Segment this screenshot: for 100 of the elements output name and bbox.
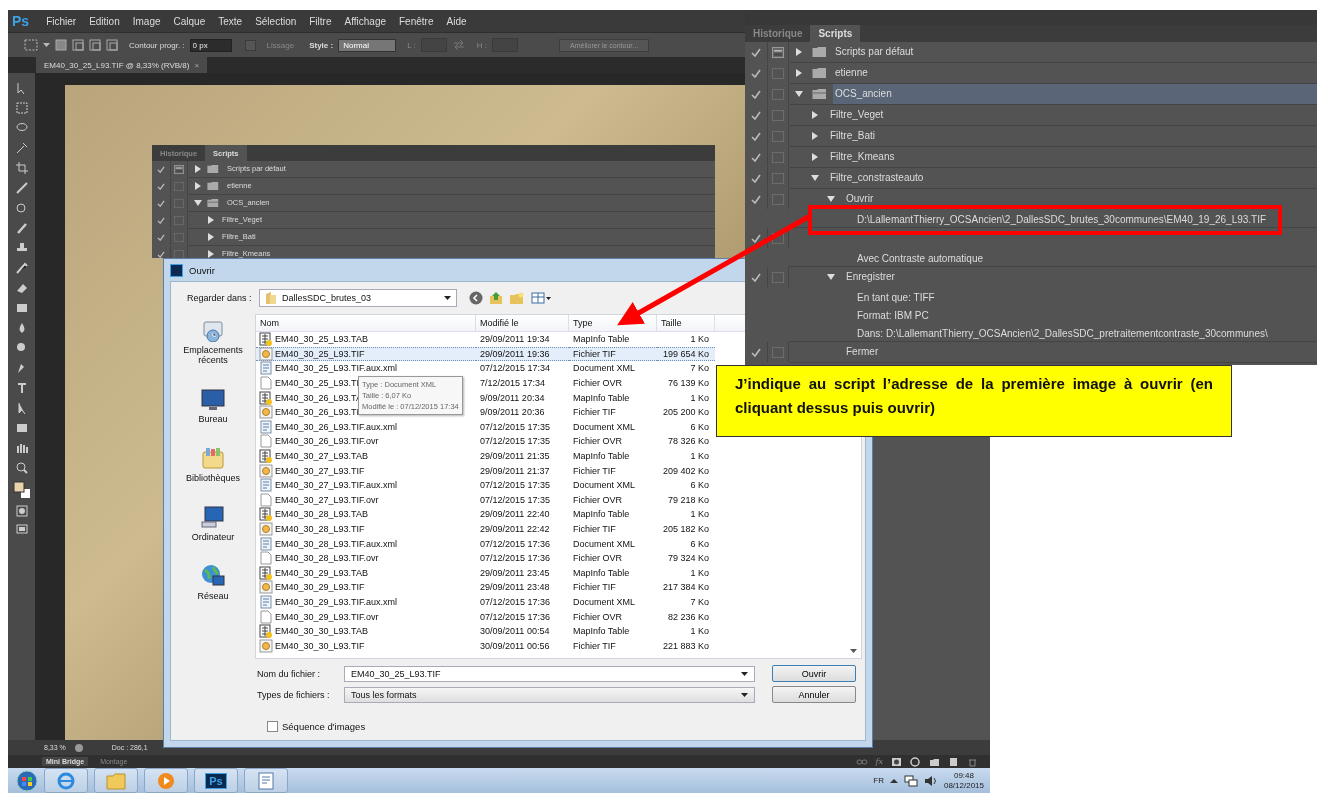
selection-mode-icon[interactable]: [89, 39, 101, 51]
file-name[interactable]: EM40_30_25_L93.TI: [275, 378, 360, 389]
effects-button[interactable]: fx: [875, 757, 883, 766]
script-name[interactable]: Filtre_Bati: [828, 131, 877, 141]
file-name[interactable]: EM40_30_28_L93.TAB: [275, 509, 368, 520]
checkmark-icon[interactable]: [751, 47, 761, 57]
file-name[interactable]: EM40_30_26_L93.TA: [275, 392, 362, 403]
link-icon[interactable]: [855, 757, 868, 766]
checkmark-icon[interactable]: [157, 233, 165, 241]
close-button[interactable]: ×: [194, 60, 200, 70]
menu-item[interactable]: Edition: [89, 15, 120, 27]
checkmark-icon[interactable]: [751, 272, 761, 282]
new-layer-icon[interactable]: [948, 756, 959, 767]
tool-icon[interactable]: [14, 221, 29, 235]
mask-icon[interactable]: [891, 756, 902, 767]
file-name[interactable]: EM40_30_26_L93.TIF.ovr: [275, 436, 379, 447]
menu-item[interactable]: Sélection: [255, 15, 297, 27]
collapse-triangle-icon[interactable]: [827, 195, 835, 203]
toggle-box-icon[interactable]: [772, 67, 784, 79]
tool-icon[interactable]: [14, 181, 29, 195]
column-header[interactable]: Modifié le: [476, 315, 569, 331]
screen-mode-icon[interactable]: [15, 523, 28, 535]
place-link[interactable]: Bibliothèques: [173, 473, 253, 483]
expand-triangle-icon[interactable]: [811, 111, 819, 119]
file-name[interactable]: EM40_30_30_L93.TIF: [275, 640, 365, 651]
cancel-button[interactable]: Annuler: [772, 686, 856, 703]
toggle-box-icon[interactable]: [772, 232, 784, 244]
expand-triangle-icon[interactable]: [207, 233, 215, 241]
toggle-box-icon[interactable]: [772, 346, 784, 358]
checkmark-icon[interactable]: [157, 165, 165, 173]
toggle-box-icon[interactable]: [174, 249, 184, 258]
language-indicator[interactable]: FR: [873, 776, 884, 785]
file-name[interactable]: EM40_30_26_L93.TIF.aux.xml: [275, 421, 398, 432]
expand-triangle-icon[interactable]: [795, 69, 803, 77]
caret-icon[interactable]: [43, 42, 50, 48]
tool-icon[interactable]: [14, 261, 29, 275]
selection-mode-icon[interactable]: [72, 39, 84, 51]
tool-icon[interactable]: [14, 461, 29, 475]
checkmark-icon[interactable]: [751, 152, 761, 162]
computer-icon[interactable]: [201, 505, 225, 529]
clock-date[interactable]: 08/12/2015: [943, 780, 984, 791]
tool-icon[interactable]: [14, 301, 29, 315]
quick-mask-icon[interactable]: [15, 505, 28, 517]
network-icon[interactable]: [903, 774, 918, 787]
clock-time[interactable]: 09:48: [953, 770, 974, 781]
column-header[interactable]: Taille: [657, 315, 715, 331]
script-name[interactable]: Fermer: [844, 347, 881, 357]
photoshop-taskbar-button[interactable]: Ps: [205, 772, 227, 789]
toggle-box-icon[interactable]: [772, 193, 784, 205]
checkmark-icon[interactable]: [157, 216, 165, 224]
expand-triangle-icon[interactable]: [207, 216, 215, 224]
app-logo[interactable]: Ps: [12, 13, 30, 29]
dialog-toggle-icon[interactable]: [174, 164, 184, 174]
document-icon[interactable]: [257, 771, 275, 790]
tool-icon[interactable]: [14, 141, 29, 155]
collapse-triangle-icon[interactable]: [811, 174, 819, 182]
file-name[interactable]: EM40_30_27_L93.TIF.aux.xml: [275, 480, 398, 491]
file-name[interactable]: EM40_30_29_L93.TIF: [275, 582, 365, 593]
file-name[interactable]: EM40_30_26_L93.TI: [275, 407, 360, 418]
script-name[interactable]: Filtre_constrasteauto: [828, 173, 926, 183]
toggle-box-icon[interactable]: [772, 151, 784, 163]
checkmark-icon[interactable]: [751, 194, 761, 204]
color-swatches-icon[interactable]: [12, 481, 31, 499]
style-dropdown[interactable]: Normal: [338, 38, 397, 52]
media-player-icon[interactable]: [157, 771, 175, 790]
file-name[interactable]: EM40_30_27_L93.TIF.ovr: [275, 494, 379, 505]
expand-triangle-icon[interactable]: [194, 182, 202, 190]
scroll-down-icon[interactable]: [850, 649, 857, 653]
script-name[interactable]: Scripts par défaut: [833, 47, 916, 57]
speaker-icon[interactable]: [923, 774, 938, 787]
column-header[interactable]: Type: [569, 315, 657, 331]
expand-triangle-icon[interactable]: [795, 48, 803, 56]
script-name[interactable]: etienne: [833, 68, 870, 78]
panel-tab[interactable]: Scripts: [810, 25, 861, 42]
expand-triangle-icon[interactable]: [194, 165, 202, 173]
smoothing-checkbox[interactable]: [244, 39, 256, 51]
menu-item[interactable]: Texte: [218, 15, 243, 27]
file-name[interactable]: EM40_30_25_L93.TIF.aux.xml: [275, 363, 398, 374]
tool-icon[interactable]: [14, 421, 29, 435]
desktop-icon[interactable]: [201, 387, 225, 411]
file-type-dropdown[interactable]: Tous les formats: [344, 686, 755, 703]
checkmark-icon[interactable]: [751, 233, 761, 243]
toggle-box-icon[interactable]: [772, 172, 784, 184]
file-name[interactable]: EM40_30_28_L93.TIF.aux.xml: [275, 538, 398, 549]
adjustment-icon[interactable]: [910, 756, 921, 767]
file-name[interactable]: EM40_30_29_L93.TIF.ovr: [275, 611, 379, 622]
network-icon[interactable]: [201, 564, 225, 588]
open-button[interactable]: Ouvrir: [772, 665, 856, 682]
tool-icon[interactable]: [14, 161, 29, 175]
file-name[interactable]: EM40_30_28_L93.TIF: [275, 524, 365, 534]
selection-mode-icon[interactable]: [55, 39, 67, 51]
checkmark-icon[interactable]: [751, 347, 761, 357]
marquee-icon[interactable]: [24, 39, 38, 51]
expand-triangle-icon[interactable]: [811, 153, 819, 161]
checkmark-icon[interactable]: [157, 182, 165, 190]
tool-icon[interactable]: [14, 201, 29, 215]
tool-icon[interactable]: [14, 441, 29, 455]
menu-item[interactable]: Aide: [446, 15, 467, 27]
file-name[interactable]: EM40_30_28_L93.TIF.ovr: [275, 553, 379, 564]
checkmark-icon[interactable]: [751, 68, 761, 78]
